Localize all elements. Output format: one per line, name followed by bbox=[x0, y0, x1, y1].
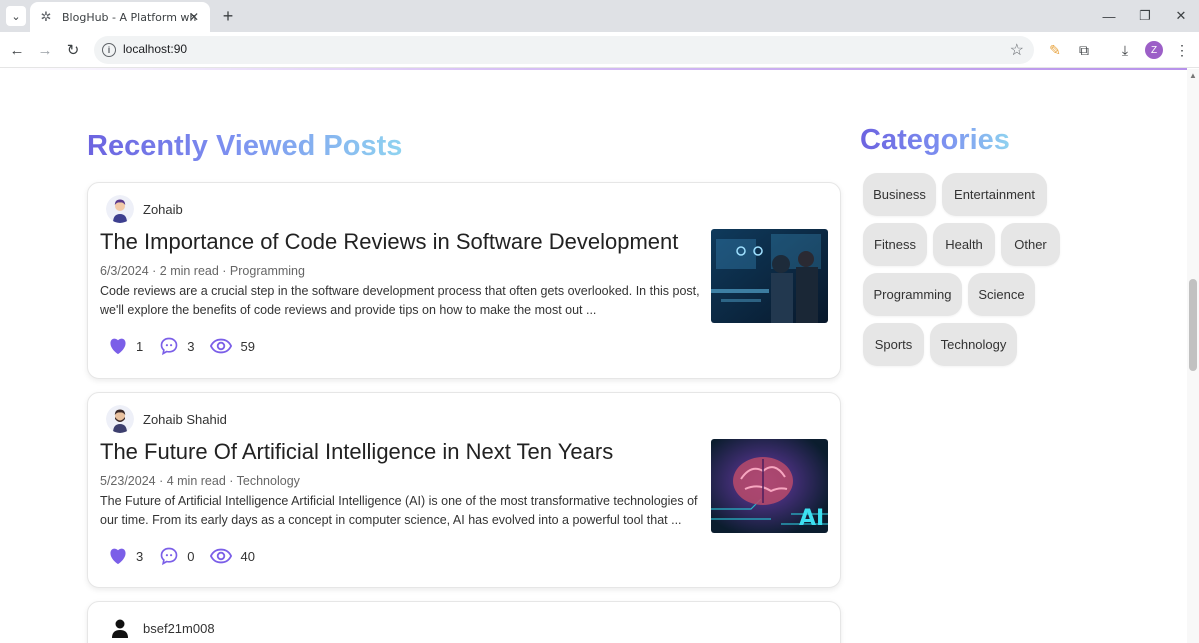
post-author[interactable]: Zohaib Shahid bbox=[106, 405, 227, 433]
eye-icon bbox=[210, 338, 233, 354]
address-bar[interactable]: i localhost:90 ☆ bbox=[94, 36, 1034, 64]
category-chip-programming[interactable]: Programming bbox=[863, 273, 962, 316]
post-meta: 5/23/2024 · 4 min read · Technology bbox=[100, 474, 300, 488]
profile-avatar[interactable]: Z bbox=[1145, 41, 1163, 59]
post-card[interactable]: bsef21m008 bbox=[87, 601, 841, 643]
category-chip-business[interactable]: Business bbox=[863, 173, 936, 216]
category-chip-other[interactable]: Other bbox=[1001, 223, 1060, 266]
tab-title: BlogHub - A Platform where yo bbox=[62, 10, 197, 24]
category-chip-technology[interactable]: Technology bbox=[930, 323, 1017, 366]
header-accent-line bbox=[0, 68, 1187, 70]
category-chip-entertainment[interactable]: Entertainment bbox=[942, 173, 1047, 216]
tab-search-chevron-icon[interactable]: ⌄ bbox=[6, 6, 26, 26]
eye-icon bbox=[210, 548, 233, 564]
author-avatar[interactable] bbox=[106, 405, 134, 433]
like-stat[interactable]: 1 bbox=[108, 337, 143, 355]
browser-tabbar: ⌄ ✲ BlogHub - A Platform where yo ✕ + — … bbox=[0, 0, 1199, 32]
comment-stat[interactable]: 0 bbox=[159, 546, 194, 566]
view-stat: 59 bbox=[210, 338, 255, 354]
post-excerpt: The Future of Artificial Intelligence Ar… bbox=[100, 494, 698, 527]
bloghub-favicon-icon: ✲ bbox=[40, 9, 52, 24]
view-count: 59 bbox=[240, 338, 255, 354]
url-text[interactable]: localhost:90 bbox=[123, 42, 187, 56]
like-count: 3 bbox=[136, 548, 144, 564]
author-avatar[interactable] bbox=[106, 195, 134, 223]
default-user-icon[interactable] bbox=[106, 614, 134, 642]
heart-icon[interactable] bbox=[108, 337, 128, 355]
recently-viewed-heading: Recently Viewed Posts bbox=[87, 130, 403, 162]
reload-icon[interactable]: ↻ bbox=[62, 39, 84, 61]
post-title[interactable]: The Importance of Code Reviews in Softwa… bbox=[100, 229, 678, 255]
heart-icon[interactable] bbox=[108, 547, 128, 565]
post-card[interactable]: Zohaib Shahid The Future Of Artificial I… bbox=[87, 392, 841, 588]
browser-toolbar: ← → ↻ i localhost:90 ☆ ✎ ⧉ ⤓ ⋮ bbox=[0, 32, 1199, 68]
author-name[interactable]: bsef21m008 bbox=[143, 621, 215, 636]
site-info-icon[interactable]: i bbox=[102, 43, 116, 57]
new-tab-icon[interactable]: + bbox=[218, 6, 238, 26]
comment-icon[interactable] bbox=[159, 546, 179, 566]
post-stats: 1 3 59 bbox=[108, 336, 271, 356]
pen-extension-icon[interactable]: ✎ bbox=[1044, 39, 1066, 61]
author-name[interactable]: Zohaib Shahid bbox=[143, 412, 227, 427]
category-chip-health[interactable]: Health bbox=[933, 223, 995, 266]
comment-count: 3 bbox=[187, 338, 195, 354]
forward-icon[interactable]: → bbox=[34, 39, 56, 61]
comment-stat[interactable]: 3 bbox=[159, 336, 194, 356]
post-author[interactable]: bsef21m008 bbox=[106, 614, 215, 642]
post-card[interactable]: Zohaib The Importance of Code Reviews in… bbox=[87, 182, 841, 379]
category-chip-science[interactable]: Science bbox=[968, 273, 1035, 316]
download-icon[interactable]: ⤓ bbox=[1114, 39, 1136, 61]
post-thumbnail-image[interactable] bbox=[711, 229, 828, 323]
extensions-puzzle-icon[interactable]: ⧉ bbox=[1073, 39, 1095, 61]
browser-menu-icon[interactable]: ⋮ bbox=[1171, 39, 1193, 61]
post-meta: 6/3/2024 · 2 min read · Programming bbox=[100, 264, 305, 278]
category-chip-fitness[interactable]: Fitness bbox=[863, 223, 927, 266]
comment-count: 0 bbox=[187, 548, 195, 564]
post-excerpt: Code reviews are a crucial step in the s… bbox=[100, 284, 700, 317]
restore-icon[interactable]: ❐ bbox=[1128, 4, 1162, 28]
post-title[interactable]: The Future Of Artificial Intelligence in… bbox=[100, 439, 613, 465]
categories-heading: Categories bbox=[860, 124, 1010, 156]
category-chip-sports[interactable]: Sports bbox=[863, 323, 924, 366]
view-count: 40 bbox=[240, 548, 255, 564]
tab-close-icon[interactable]: ✕ bbox=[186, 9, 202, 25]
like-count: 1 bbox=[136, 338, 144, 354]
minimize-icon[interactable]: — bbox=[1092, 4, 1126, 28]
browser-tab[interactable]: ✲ BlogHub - A Platform where yo ✕ bbox=[30, 2, 210, 32]
comment-icon[interactable] bbox=[159, 336, 179, 356]
bookmark-star-icon[interactable]: ☆ bbox=[1010, 40, 1024, 60]
view-stat: 40 bbox=[210, 548, 255, 564]
window-close-icon[interactable]: ✕ bbox=[1164, 4, 1198, 28]
post-author[interactable]: Zohaib bbox=[106, 195, 183, 223]
post-thumbnail-image[interactable]: AI bbox=[711, 439, 828, 533]
author-name[interactable]: Zohaib bbox=[143, 202, 183, 217]
back-icon[interactable]: ← bbox=[6, 39, 28, 61]
like-stat[interactable]: 3 bbox=[108, 547, 143, 565]
ai-image-text: AI bbox=[799, 506, 824, 531]
post-stats: 3 0 40 bbox=[108, 546, 271, 566]
scroll-up-arrow-icon[interactable]: ▲ bbox=[1189, 71, 1197, 80]
scrollbar-thumb[interactable] bbox=[1189, 279, 1197, 371]
